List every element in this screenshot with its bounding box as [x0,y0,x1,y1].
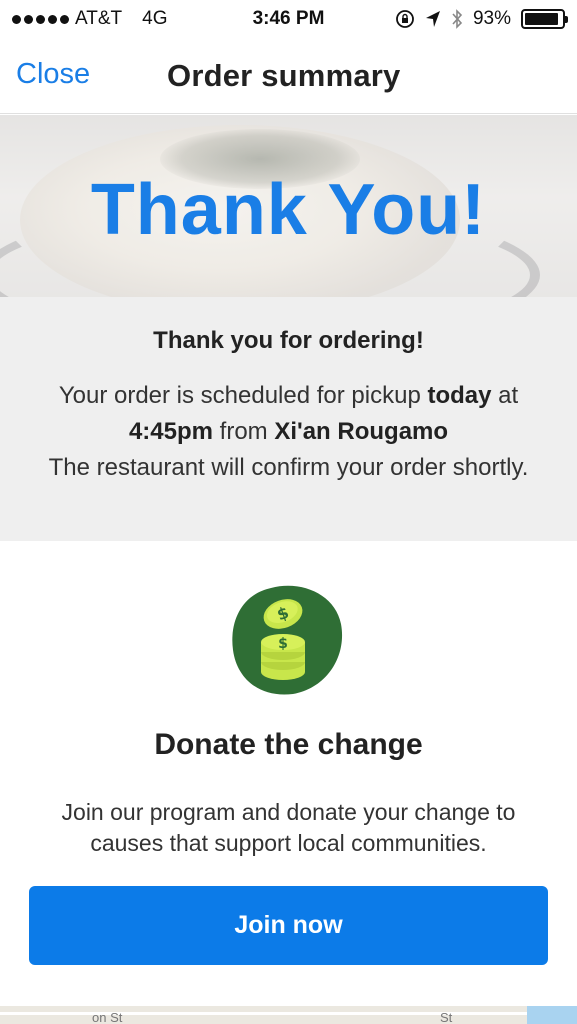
bluetooth-icon [452,9,463,29]
map-water [527,1006,577,1024]
map-preview[interactable]: on St St [0,1006,577,1024]
map-street-label: St [440,1010,453,1024]
network-label: 4G [142,8,168,29]
pickup-time: 4:45pm [128,418,213,445]
status-bar: AT&T 4G 3:46 PM 93% [0,0,577,38]
carrier-label: AT&T [75,8,123,29]
battery-percent: 93% [472,8,511,29]
status-right: 93% [395,8,568,30]
map-road [0,1012,577,1015]
hero-title: Thank You! [90,170,487,250]
page-title: Order summary [167,58,401,93]
donate-description: Join our program and donate your change … [61,799,516,856]
pickup-from: from [212,418,275,445]
pickup-text: Your order is scheduled for pickup [58,382,428,409]
confirm-text: The restaurant will confirm your order s… [48,454,529,481]
coins-icon: $ $ [232,585,343,695]
map-street-label: on St [92,1010,123,1024]
nav-bar: Close Order summary [0,38,577,114]
location-arrow-icon [425,11,440,27]
order-info-panel: Thank you for ordering! Your order is sc… [0,297,577,541]
restaurant-name: Xi'an Rougamo [274,418,449,445]
donate-title: Donate the change [154,728,423,761]
battery-icon [521,9,568,29]
info-heading: Thank you for ordering! [153,327,424,354]
orientation-lock-icon [396,10,414,28]
pickup-at: at [491,382,519,409]
svg-text:$: $ [278,636,288,652]
pickup-day: today [427,382,492,409]
hero-banner: Thank You! [0,115,577,297]
status-left: AT&T 4G [12,8,168,30]
signal-dots-icon [12,14,69,24]
battery-fill [525,13,559,25]
close-button[interactable]: Close [16,58,90,91]
join-now-button[interactable]: Join now [29,886,548,965]
info-body: Your order is scheduled for pickup today… [20,378,557,486]
